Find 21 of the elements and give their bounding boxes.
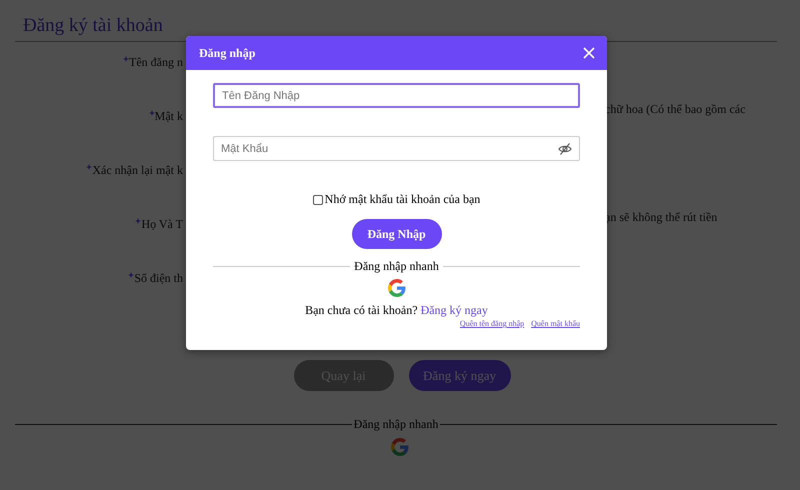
remember-checkbox[interactable] xyxy=(312,194,323,204)
quick-login-label: Đăng nhập nhanh xyxy=(352,417,440,432)
field-label: Họ Và T xyxy=(141,216,183,232)
remember-label[interactable]: Nhớ mật khẩu tài khoản của bạn xyxy=(324,192,480,207)
password-field[interactable]: Mật Khẩu xyxy=(213,136,580,161)
field-label: Mật k xyxy=(154,108,183,124)
forgot-password-link[interactable]: Quên mật khẩu xyxy=(531,319,580,328)
close-icon[interactable] xyxy=(583,47,595,59)
field-label: Xác nhận lại mật k xyxy=(92,162,183,178)
field-label: Tên đăng n xyxy=(129,54,183,70)
eye-off-icon[interactable] xyxy=(558,142,572,156)
page-title: Đăng ký tài khoản xyxy=(22,14,164,38)
login-button[interactable]: Đăng Nhập xyxy=(352,219,442,249)
username-field[interactable]: Tên Đăng Nhập xyxy=(213,83,580,108)
google-icon[interactable] xyxy=(388,279,406,297)
signup-link[interactable]: Đăng ký ngay xyxy=(420,303,488,318)
field-label: Số điện th xyxy=(134,270,183,286)
forgot-username-link[interactable]: Quên tên đăng nhập xyxy=(460,319,524,328)
quick-login-label: Đăng nhập nhanh xyxy=(353,259,440,274)
signup-prompt: Bạn chưa có tài khoản? xyxy=(305,303,418,318)
dialog-title: Đăng nhập xyxy=(199,46,256,60)
